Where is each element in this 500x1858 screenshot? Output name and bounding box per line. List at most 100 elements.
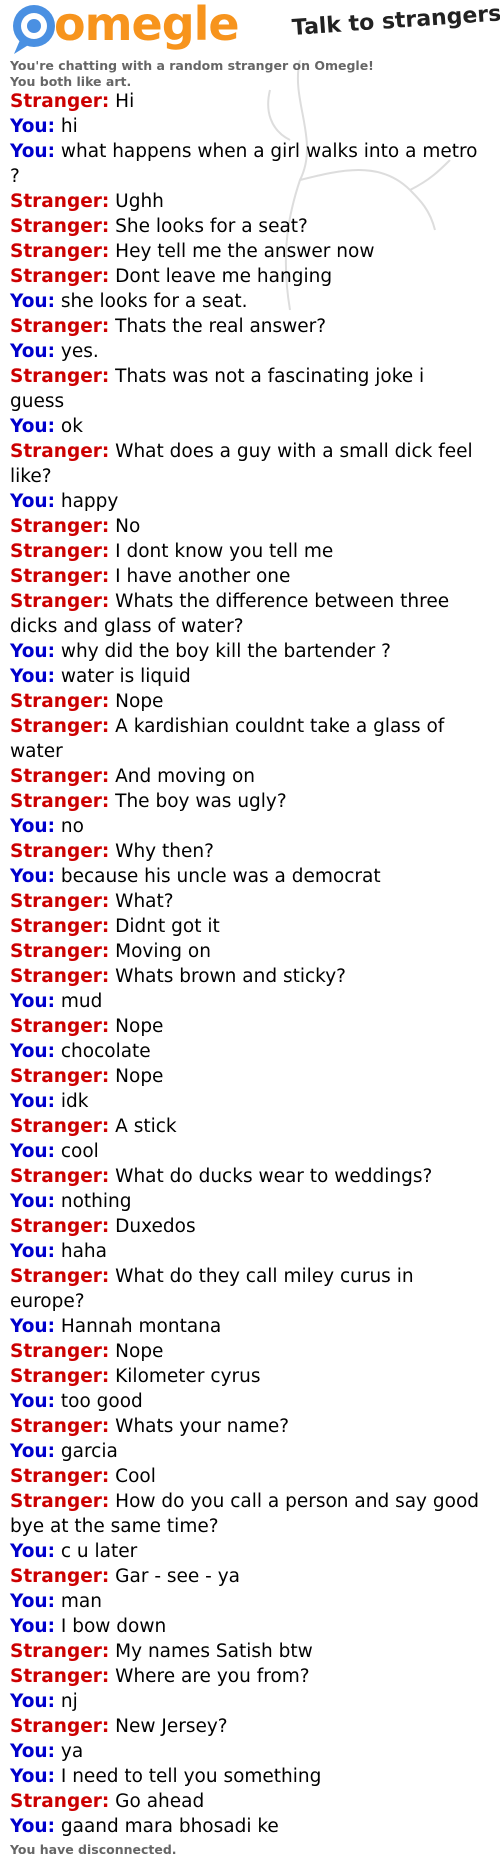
you-message: You: what happens when a girl walks into… bbox=[10, 139, 480, 189]
speaker-label: Stranger: bbox=[10, 366, 110, 387]
tagline: Talk to strangers! bbox=[291, 0, 500, 41]
speaker-label: Stranger: bbox=[10, 1716, 110, 1737]
message-text: nothing bbox=[60, 1191, 132, 1212]
speaker-label: Stranger: bbox=[10, 941, 110, 962]
message-text: Nope bbox=[115, 691, 164, 712]
speaker-label: You: bbox=[10, 491, 55, 512]
you-message: You: mud bbox=[10, 989, 480, 1014]
stranger-message: Stranger: I have another one bbox=[10, 564, 480, 589]
you-message: You: c u later bbox=[10, 1539, 480, 1564]
stranger-message: Stranger: And moving on bbox=[10, 764, 480, 789]
you-message: You: garcia bbox=[10, 1439, 480, 1464]
stranger-message: Stranger: A kardishian couldnt take a gl… bbox=[10, 714, 480, 764]
speaker-label: Stranger: bbox=[10, 1666, 110, 1687]
header: omegle Talk to strangers! bbox=[0, 0, 500, 56]
speaker-label: Stranger: bbox=[10, 1366, 110, 1387]
speaker-label: Stranger: bbox=[10, 891, 110, 912]
you-message: You: cool bbox=[10, 1139, 480, 1164]
stranger-message: Stranger: Thats was not a fascinating jo… bbox=[10, 364, 480, 414]
speaker-label: You: bbox=[10, 1591, 55, 1612]
you-message: You: hi bbox=[10, 114, 480, 139]
message-text: Hi bbox=[115, 91, 135, 112]
message-text: man bbox=[60, 1591, 102, 1612]
message-text: Nope bbox=[115, 1016, 164, 1037]
stranger-message: Stranger: Hi bbox=[10, 89, 480, 114]
message-text: No bbox=[115, 516, 141, 537]
speaker-label: Stranger: bbox=[10, 1466, 110, 1487]
message-text: A stick bbox=[115, 1116, 177, 1137]
message-text: Whats your name? bbox=[115, 1416, 290, 1437]
stranger-message: Stranger: Whats the difference between t… bbox=[10, 589, 480, 639]
message-text: because his uncle was a democrat bbox=[60, 866, 381, 887]
message-text: she looks for a seat. bbox=[60, 291, 248, 312]
stranger-message: Stranger: Whats brown and sticky? bbox=[10, 964, 480, 989]
stranger-message: Stranger: Duxedos bbox=[10, 1214, 480, 1239]
speaker-label: You: bbox=[10, 1141, 55, 1162]
message-text: Kilometer cyrus bbox=[115, 1366, 261, 1387]
stranger-message: Stranger: Cool bbox=[10, 1464, 480, 1489]
stranger-message: Stranger: Nope bbox=[10, 689, 480, 714]
message-text: And moving on bbox=[115, 766, 255, 787]
stranger-message: Stranger: Thats the real answer? bbox=[10, 314, 480, 339]
speaker-label: Stranger: bbox=[10, 916, 110, 937]
stranger-message: Stranger: My names Satish btw bbox=[10, 1639, 480, 1664]
speaker-label: Stranger: bbox=[10, 441, 110, 462]
speaker-label: Stranger: bbox=[10, 1266, 110, 1287]
speaker-label: Stranger: bbox=[10, 266, 110, 287]
stranger-message: Stranger: Hey tell me the answer now bbox=[10, 239, 480, 264]
speaker-label: Stranger: bbox=[10, 1416, 110, 1437]
speaker-label: Stranger: bbox=[10, 766, 110, 787]
speaker-label: Stranger: bbox=[10, 316, 110, 337]
speaker-label: You: bbox=[10, 141, 55, 162]
message-text: Go ahead bbox=[115, 1791, 205, 1812]
message-text: Thats the real answer? bbox=[115, 316, 327, 337]
speaker-label: Stranger: bbox=[10, 1791, 110, 1812]
speaker-label: Stranger: bbox=[10, 241, 110, 262]
speaker-label: You: bbox=[10, 1241, 55, 1262]
speaker-label: You: bbox=[10, 291, 55, 312]
message-text: mud bbox=[60, 991, 103, 1012]
stranger-message: Stranger: Ughh bbox=[10, 189, 480, 214]
stranger-message: Stranger: Nope bbox=[10, 1014, 480, 1039]
speaker-label: You: bbox=[10, 641, 55, 662]
you-message: You: Hannah montana bbox=[10, 1314, 480, 1339]
message-text: hi bbox=[60, 116, 78, 137]
message-text: Nope bbox=[115, 1341, 164, 1362]
logo-text: omegle bbox=[54, 0, 240, 51]
stranger-message: Stranger: What does a guy with a small d… bbox=[10, 439, 480, 489]
message-text: why did the boy kill the bartender ? bbox=[60, 641, 391, 662]
you-message: You: idk bbox=[10, 1089, 480, 1114]
message-text: New Jersey? bbox=[115, 1716, 228, 1737]
stranger-message: Stranger: The boy was ugly? bbox=[10, 789, 480, 814]
message-text: Dont leave me hanging bbox=[115, 266, 333, 287]
speaker-label: Stranger: bbox=[10, 91, 110, 112]
speaker-label: You: bbox=[10, 1316, 55, 1337]
you-message: You: nothing bbox=[10, 1189, 480, 1214]
stranger-message: Stranger: Kilometer cyrus bbox=[10, 1364, 480, 1389]
you-message: You: nj bbox=[10, 1689, 480, 1714]
you-message: You: happy bbox=[10, 489, 480, 514]
message-text: ok bbox=[60, 416, 83, 437]
you-message: You: chocolate bbox=[10, 1039, 480, 1064]
message-text: happy bbox=[60, 491, 119, 512]
stranger-message: Stranger: What? bbox=[10, 889, 480, 914]
speaker-label: Stranger: bbox=[10, 716, 110, 737]
speaker-label: You: bbox=[10, 816, 55, 837]
message-text: I have another one bbox=[115, 566, 291, 587]
message-text: Whats brown and sticky? bbox=[115, 966, 346, 987]
speaker-label: Stranger: bbox=[10, 1491, 110, 1512]
message-text: Nope bbox=[115, 1066, 164, 1087]
stranger-message: Stranger: Nope bbox=[10, 1339, 480, 1364]
message-text: c u later bbox=[60, 1541, 138, 1562]
you-message: You: ok bbox=[10, 414, 480, 439]
speaker-label: Stranger: bbox=[10, 1341, 110, 1362]
stranger-message: Stranger: Didnt got it bbox=[10, 914, 480, 939]
speaker-label: Stranger: bbox=[10, 1066, 110, 1087]
chat-log: Stranger: Hi You: hi You: what happens whe… bbox=[10, 89, 480, 1839]
message-text: Cool bbox=[115, 1466, 156, 1487]
you-message: You: gaand mara bhosadi ke bbox=[10, 1814, 480, 1839]
speaker-label: You: bbox=[10, 1191, 55, 1212]
common-interests-status: You both like art. bbox=[10, 74, 132, 89]
stranger-message: Stranger: I dont know you tell me bbox=[10, 539, 480, 564]
you-message: You: no bbox=[10, 814, 480, 839]
